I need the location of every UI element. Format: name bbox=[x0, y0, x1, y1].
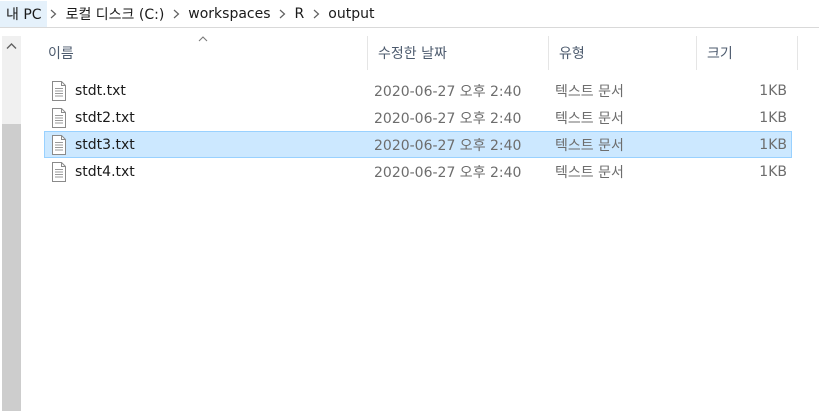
chevron-right-icon[interactable] bbox=[309, 1, 323, 27]
file-size: 1KB bbox=[759, 82, 787, 99]
breadcrumb-label: 로컬 디스크 (C:) bbox=[65, 6, 165, 23]
text-file-icon bbox=[52, 161, 66, 182]
breadcrumb-r[interactable]: R bbox=[290, 1, 310, 27]
scrollbar-thumb[interactable] bbox=[2, 124, 21, 411]
file-row[interactable]: stdt4.txt 2020-06-27 오후 2:40 텍스트 문서 1KB bbox=[44, 158, 792, 185]
file-date: 2020-06-27 오후 2:40 bbox=[374, 110, 522, 127]
file-name: stdt4.txt bbox=[75, 163, 135, 180]
file-type: 텍스트 문서 bbox=[555, 110, 624, 127]
chevron-right-icon[interactable] bbox=[276, 1, 290, 27]
file-type: 텍스트 문서 bbox=[555, 164, 624, 181]
breadcrumb-output[interactable]: output bbox=[323, 1, 379, 27]
file-list: stdt.txt 2020-06-27 오후 2:40 텍스트 문서 1KB s… bbox=[44, 77, 792, 185]
text-file-icon bbox=[52, 80, 66, 101]
file-name-cell: stdt4.txt bbox=[51, 159, 135, 184]
file-name: stdt.txt bbox=[75, 82, 126, 99]
breadcrumb-label: 내 PC bbox=[6, 6, 42, 23]
file-size: 1KB bbox=[759, 136, 787, 153]
chevron-right-icon[interactable] bbox=[47, 1, 61, 27]
column-header-size[interactable]: 크기 bbox=[697, 36, 798, 70]
file-row[interactable]: stdt2.txt 2020-06-27 오후 2:40 텍스트 문서 1KB bbox=[44, 104, 792, 131]
file-name-cell: stdt2.txt bbox=[51, 105, 135, 130]
file-date: 2020-06-27 오후 2:40 bbox=[374, 137, 522, 154]
breadcrumb-local-disk[interactable]: 로컬 디스크 (C:) bbox=[61, 1, 170, 27]
file-explorer-window: 내 PC 로컬 디스크 (C:) workspaces R output 이름 … bbox=[0, 0, 819, 411]
breadcrumb-label: workspaces bbox=[188, 5, 271, 22]
file-name-cell: stdt.txt bbox=[51, 78, 126, 103]
breadcrumb-label: output bbox=[328, 5, 375, 22]
file-size: 1KB bbox=[759, 163, 787, 180]
column-header-row: 이름 수정한 날짜 유형 크기 bbox=[38, 36, 798, 70]
column-header-name[interactable]: 이름 bbox=[38, 36, 368, 70]
column-header-date[interactable]: 수정한 날짜 bbox=[368, 36, 549, 70]
file-name-cell: stdt3.txt bbox=[51, 132, 135, 157]
breadcrumb-workspaces[interactable]: workspaces bbox=[183, 1, 275, 27]
column-header-label: 이름 bbox=[48, 46, 74, 62]
chevron-up-icon[interactable] bbox=[2, 36, 21, 56]
address-breadcrumb: 내 PC 로컬 디스크 (C:) workspaces R output bbox=[0, 0, 819, 28]
column-header-label: 수정한 날짜 bbox=[378, 46, 447, 62]
sort-ascending-icon bbox=[198, 36, 208, 42]
text-file-icon bbox=[52, 107, 66, 128]
file-type: 텍스트 문서 bbox=[555, 137, 624, 154]
text-file-icon bbox=[52, 134, 66, 155]
file-name: stdt2.txt bbox=[75, 109, 135, 126]
file-date: 2020-06-27 오후 2:40 bbox=[374, 164, 522, 181]
file-name: stdt3.txt bbox=[75, 136, 135, 153]
breadcrumb-label: R bbox=[294, 5, 305, 22]
navigation-pane-scrollbar[interactable] bbox=[2, 36, 21, 411]
file-type: 텍스트 문서 bbox=[555, 83, 624, 100]
breadcrumb-this-pc[interactable]: 내 PC bbox=[0, 0, 47, 27]
file-row[interactable]: stdt3.txt 2020-06-27 오후 2:40 텍스트 문서 1KB bbox=[44, 131, 792, 158]
column-header-label: 유형 bbox=[559, 46, 585, 62]
file-size: 1KB bbox=[759, 109, 787, 126]
file-row[interactable]: stdt.txt 2020-06-27 오후 2:40 텍스트 문서 1KB bbox=[44, 77, 792, 104]
column-header-type[interactable]: 유형 bbox=[549, 36, 697, 70]
chevron-right-icon[interactable] bbox=[169, 1, 183, 27]
column-header-label: 크기 bbox=[707, 46, 733, 62]
file-date: 2020-06-27 오후 2:40 bbox=[374, 83, 522, 100]
